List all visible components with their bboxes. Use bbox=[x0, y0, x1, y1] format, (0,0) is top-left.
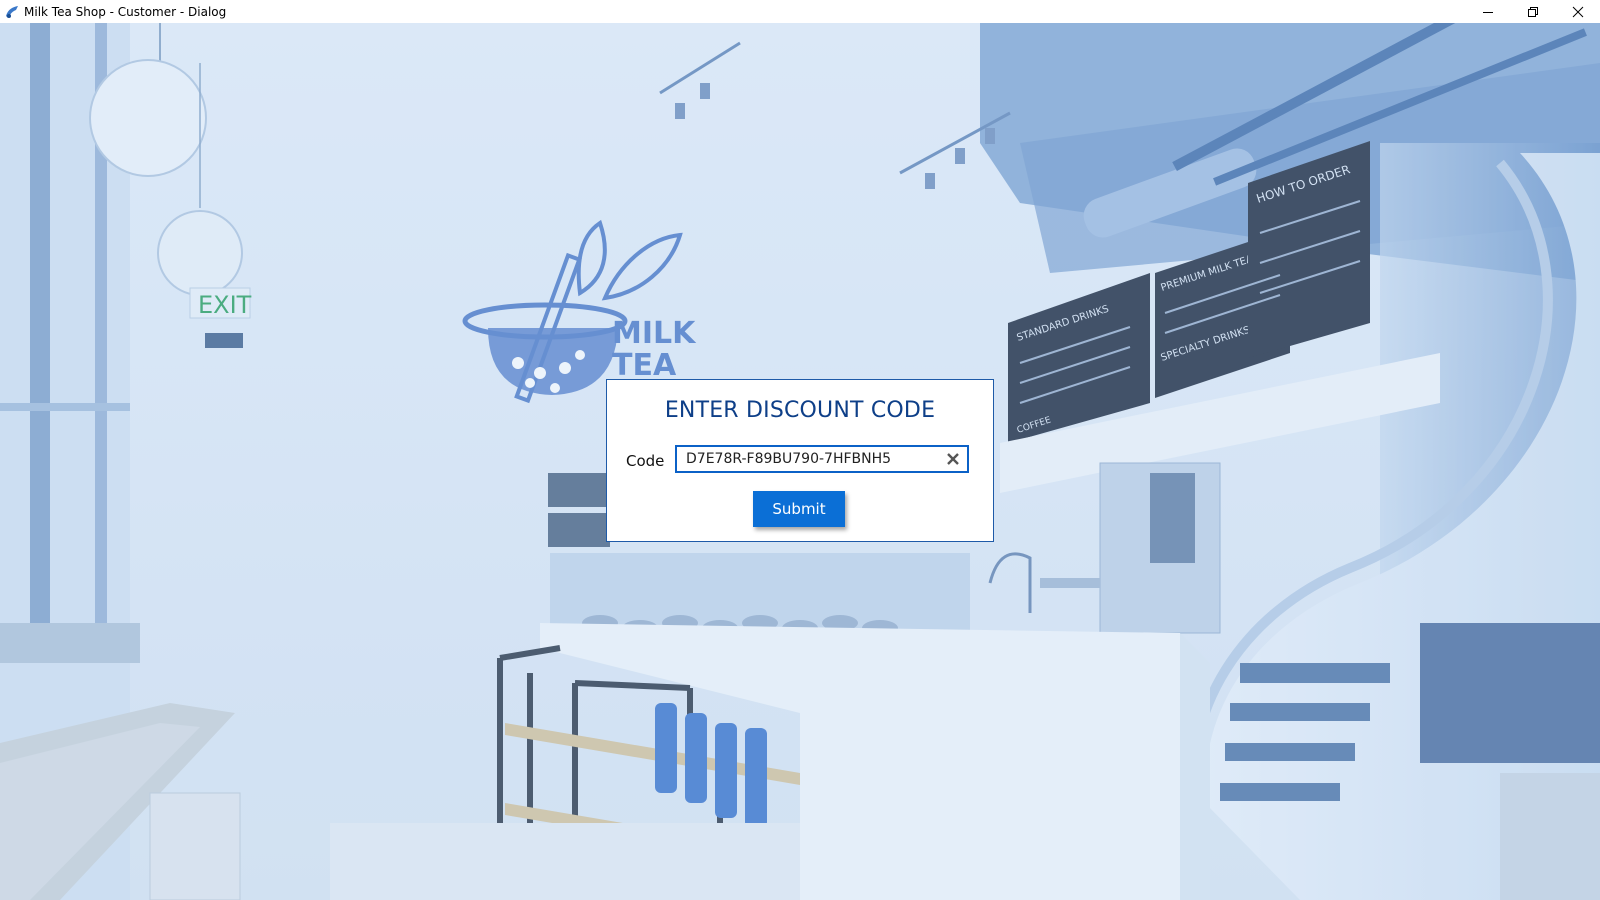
code-input[interactable] bbox=[686, 448, 931, 470]
minimize-icon bbox=[1482, 11, 1493, 13]
window-close-button[interactable] bbox=[1555, 0, 1600, 23]
close-icon bbox=[1572, 6, 1583, 17]
restore-button[interactable] bbox=[1510, 0, 1555, 23]
restore-icon bbox=[1527, 6, 1538, 17]
submit-button[interactable]: Submit bbox=[753, 491, 845, 527]
window-controls bbox=[1465, 0, 1600, 23]
window-title: Milk Tea Shop - Customer - Dialog bbox=[24, 4, 227, 19]
discount-code-dialog: ENTER DISCOUNT CODE Code Submit bbox=[606, 379, 994, 542]
window-titlebar[interactable]: Milk Tea Shop - Customer - Dialog bbox=[0, 0, 1600, 23]
code-field[interactable] bbox=[675, 445, 969, 473]
dialog-title: ENTER DISCOUNT CODE bbox=[664, 398, 936, 423]
app-icon bbox=[6, 5, 18, 18]
clear-icon bbox=[947, 453, 959, 465]
code-label: Code bbox=[626, 452, 665, 470]
clear-code-button[interactable] bbox=[944, 450, 962, 468]
minimize-button[interactable] bbox=[1465, 0, 1510, 23]
